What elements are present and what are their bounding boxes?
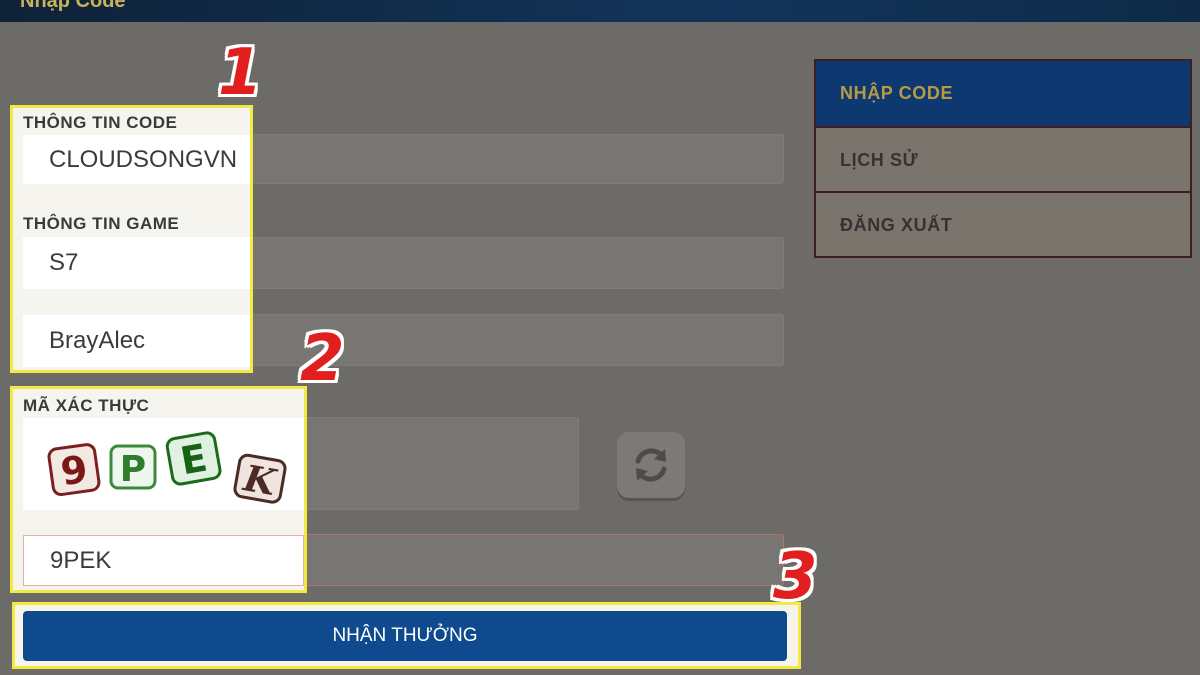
code-field-bg (250, 134, 784, 184)
captcha-image-bg (304, 417, 579, 510)
character-input[interactable]: BrayAlec (23, 315, 250, 367)
step-number-1: 1 (218, 36, 263, 110)
claim-reward-button[interactable]: NHẬN THƯỞNG (23, 611, 787, 661)
captcha-input[interactable]: 9PEK (23, 535, 304, 586)
page-header-title: Nhập Code (20, 0, 126, 12)
captcha-char-9: 9 (47, 443, 101, 497)
game-info-label: THÔNG TIN GAME (23, 214, 180, 233)
step-number-2: 2 (300, 322, 345, 396)
side-menu: NHẬP CODE LỊCH SỬ ĐĂNG XUẤT (814, 59, 1192, 258)
captcha-label: MÃ XÁC THỰC (23, 396, 150, 415)
server-field-bg (250, 237, 784, 289)
menu-item-history[interactable]: LỊCH SỬ (816, 128, 1190, 193)
server-input[interactable]: S7 (23, 237, 250, 289)
captcha-char-e: E (165, 431, 222, 486)
top-header-bar: Nhập Code (0, 0, 1200, 22)
menu-item-enter-code[interactable]: NHẬP CODE (816, 61, 1190, 126)
code-input[interactable]: CLOUDSONGVN (23, 135, 250, 184)
refresh-icon (635, 448, 667, 482)
step-number-3: 3 (773, 540, 818, 614)
svg-text:P: P (120, 449, 146, 490)
menu-item-logout[interactable]: ĐĂNG XUẤT (816, 193, 1190, 258)
code-info-label: THÔNG TIN CODE (23, 113, 178, 132)
captcha-char-p: P (109, 444, 157, 490)
captcha-char-k: K (233, 453, 287, 504)
captcha-image: 9 P E K (23, 418, 304, 510)
highlight-submit: NHẬN THƯỞNG (12, 602, 801, 669)
refresh-captcha-button[interactable] (617, 432, 685, 498)
captcha-input-bg (304, 534, 784, 586)
